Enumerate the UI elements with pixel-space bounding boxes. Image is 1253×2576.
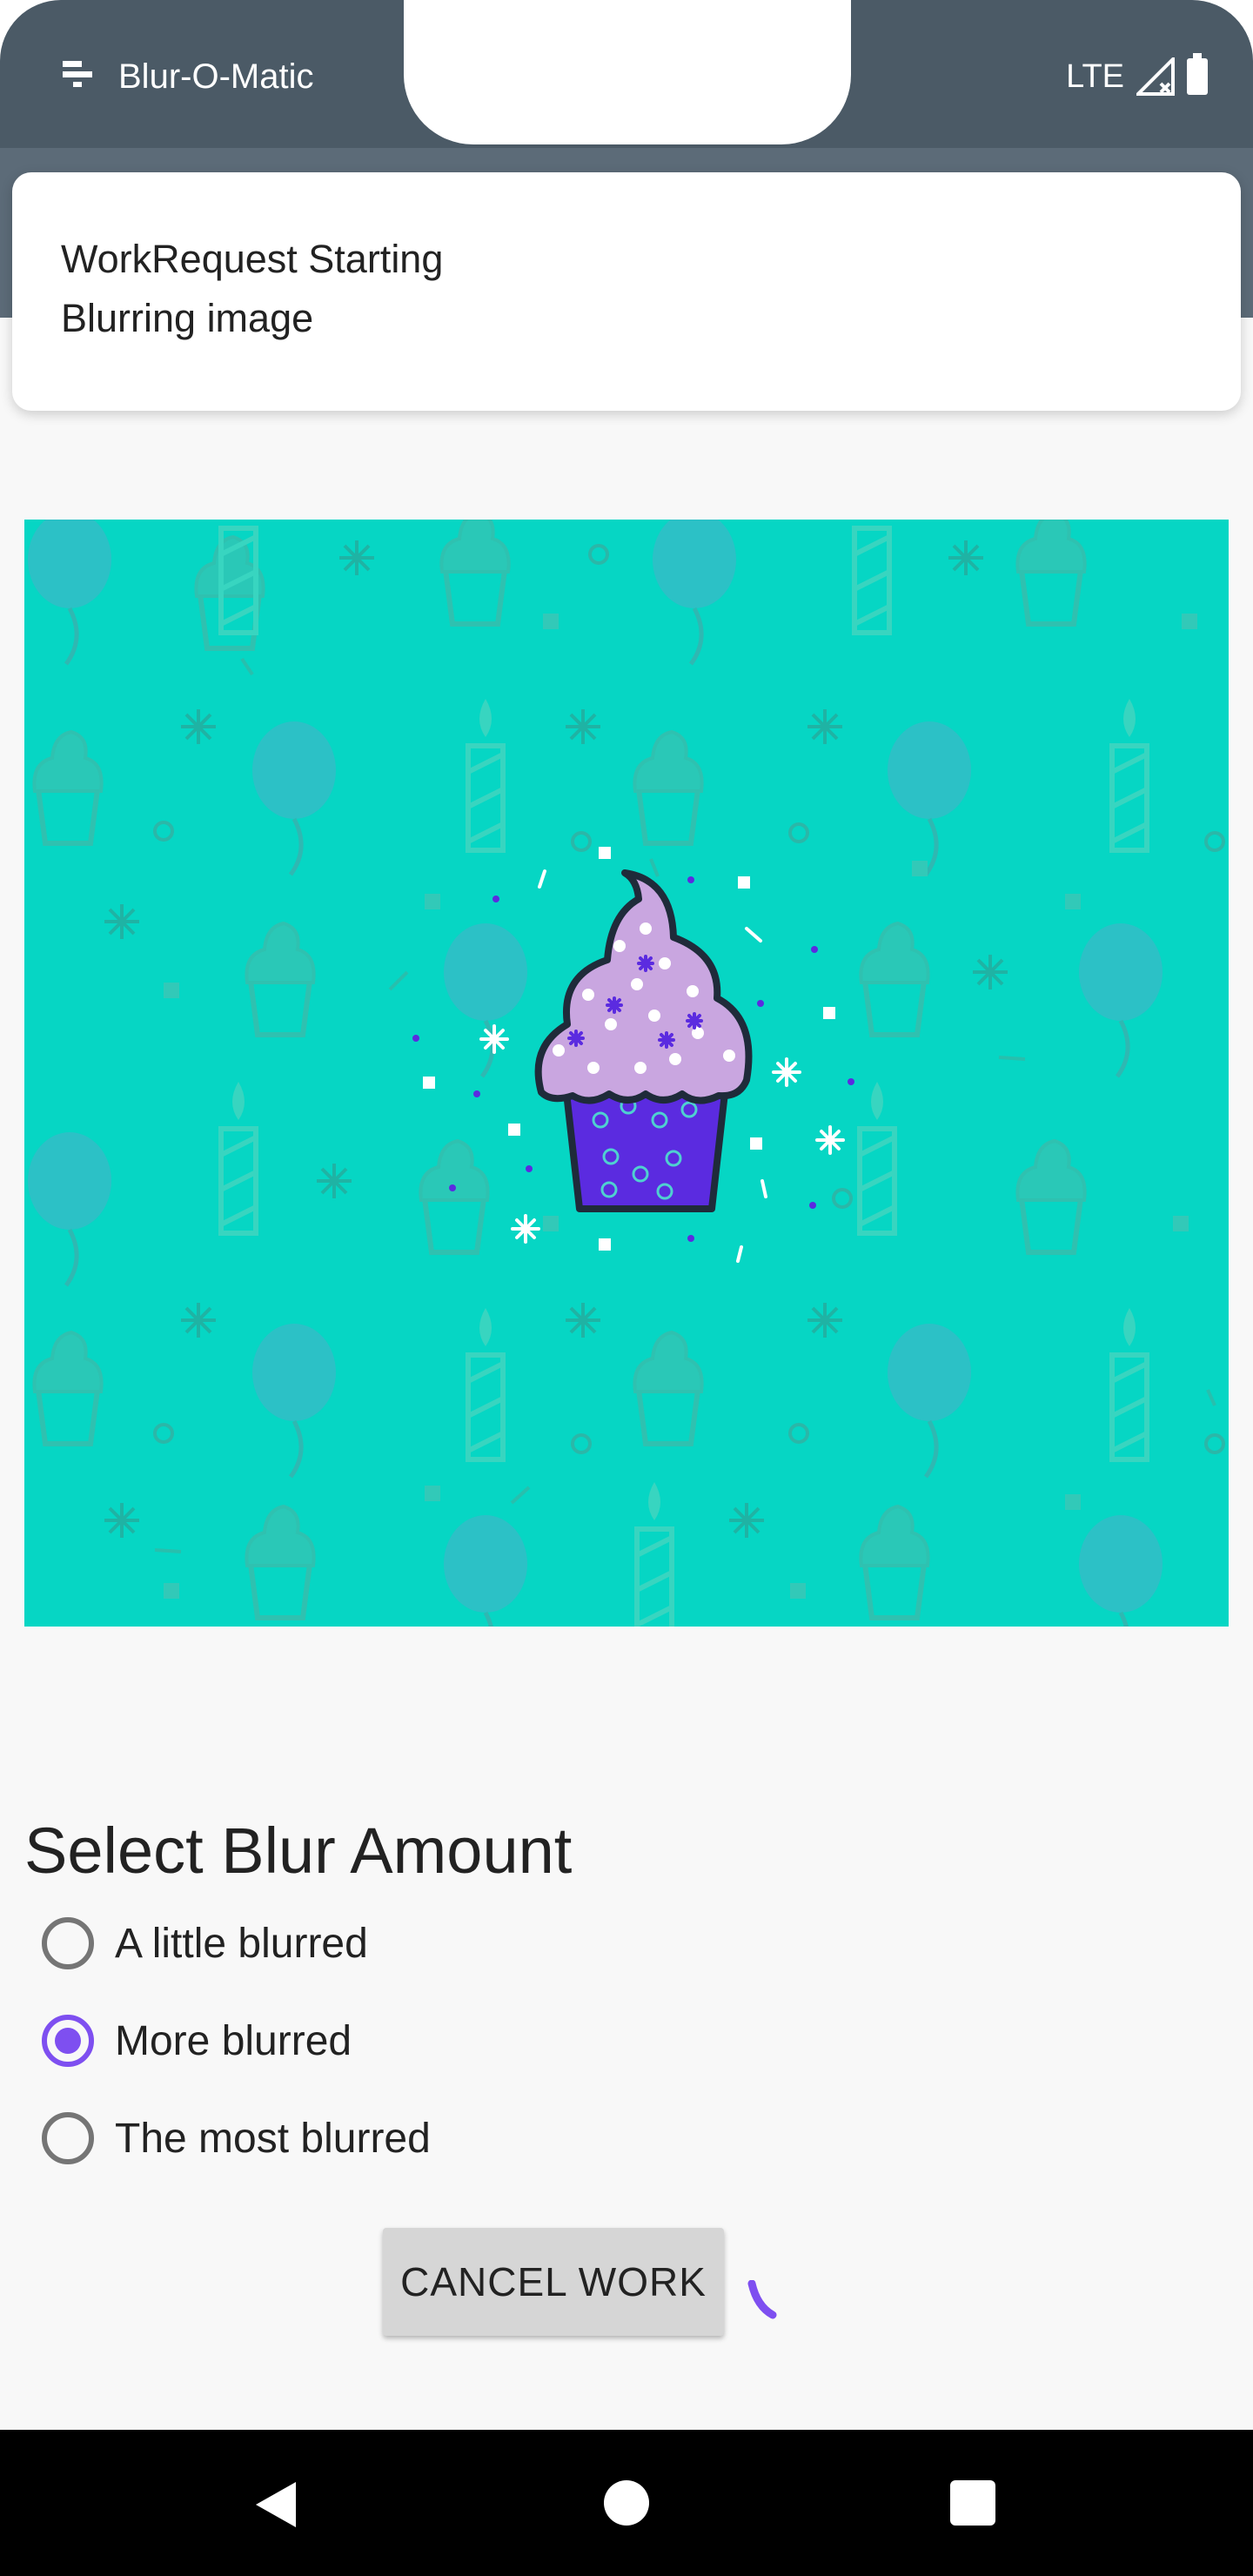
heads-up-notification[interactable]: WorkRequest Starting Blurring image [12,172,1241,411]
notification-text: Blurring image [61,296,314,340]
app-notification-icon [63,61,92,92]
radio-button[interactable] [42,1917,94,1969]
battery-icon [1187,53,1208,95]
radio-option-little-blurred[interactable]: A little blurred [42,1913,368,1974]
radio-label[interactable]: The most blurred [115,2115,431,2163]
status-notification: Blur-O-Matic [63,50,313,103]
screen-corner-left [0,0,61,61]
radio-label[interactable]: More blurred [115,2017,352,2065]
radio-button-checked[interactable] [42,2015,94,2067]
radio-label[interactable]: A little blurred [115,1920,368,1968]
navigation-bar [0,2430,1253,2576]
radio-button[interactable] [42,2112,94,2164]
recents-icon[interactable] [950,2480,995,2526]
status-indicators: LTE [1066,50,1208,103]
radio-option-more-blurred[interactable]: More blurred [42,2010,352,2071]
radio-option-most-blurred[interactable]: The most blurred [42,2108,431,2169]
cancel-work-button[interactable]: CANCEL WORK [383,2228,724,2336]
notification-title: WorkRequest Starting [61,237,444,281]
signal-icon [1136,57,1175,96]
status-app-name: Blur-O-Matic [118,57,314,96]
back-icon[interactable] [252,2480,299,2529]
cupcake-image [24,520,1229,1627]
blur-section-title: Select Blur Amount [24,1815,573,1887]
network-type: LTE [1066,57,1124,95]
progress-spinner [747,2280,777,2319]
display-notch [404,0,851,144]
home-icon[interactable] [604,2480,649,2526]
